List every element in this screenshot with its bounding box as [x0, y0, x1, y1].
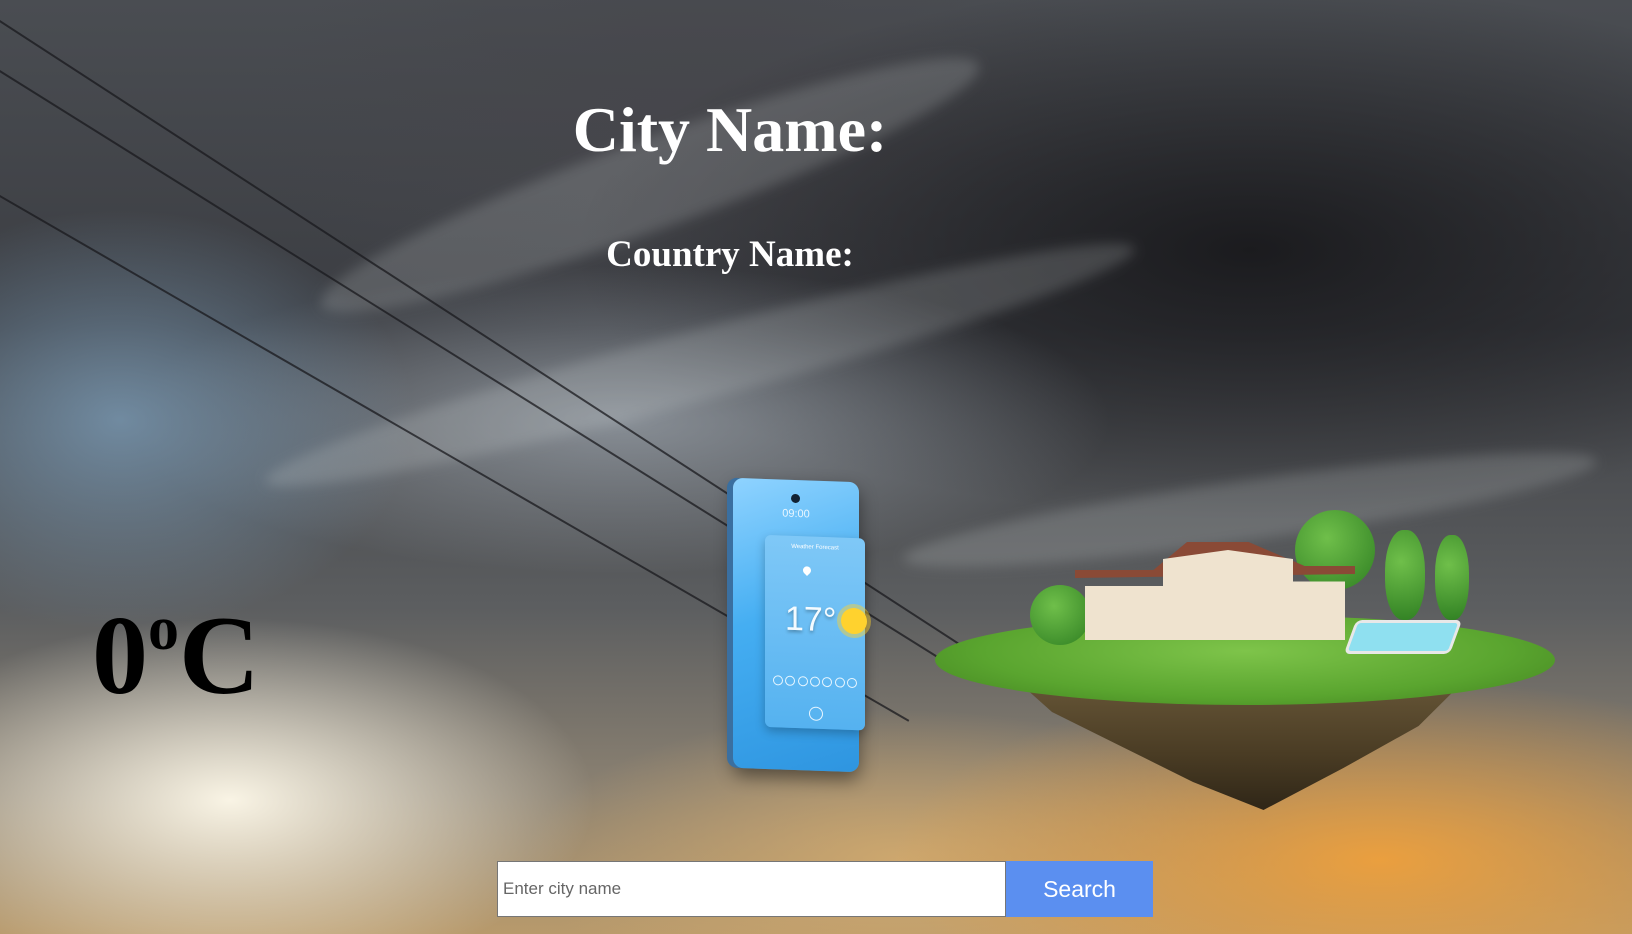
- country-name-heading: Country Name:: [606, 234, 854, 275]
- weather-app-page: City Name: Country Name: 0oC 09:00 Weath…: [0, 0, 1632, 934]
- phone-forecast-row: [773, 675, 857, 702]
- cloud-icon: [834, 677, 845, 688]
- cloud-icon: [809, 676, 820, 687]
- city-name-heading: City Name:: [572, 94, 888, 165]
- search-button[interactable]: Search: [1006, 861, 1153, 917]
- floating-island-illustration: [935, 510, 1555, 810]
- temperature-display: 0oC: [92, 598, 260, 712]
- cloud-icon: [785, 675, 796, 686]
- temperature-value: 0: [92, 594, 148, 718]
- cloud-icon: [846, 677, 857, 689]
- add-icon: [809, 706, 823, 721]
- temperature-unit: C: [179, 594, 260, 718]
- city-search-input[interactable]: [497, 861, 1006, 917]
- sun-icon: [841, 607, 867, 635]
- search-form: Search: [497, 861, 1153, 917]
- phone-weather-card: Weather Forecast 17°: [765, 534, 867, 731]
- degree-symbol: o: [148, 595, 179, 663]
- cloud-icon: [797, 676, 808, 687]
- tree: [1385, 530, 1425, 620]
- phone-card-title: Weather Forecast: [791, 543, 839, 552]
- swimming-pool: [1343, 620, 1463, 654]
- cloud-icon: [822, 676, 833, 688]
- phone-temperature: 17°: [785, 599, 837, 640]
- tree: [1295, 510, 1375, 590]
- phone-camera-icon: [791, 493, 800, 504]
- phone-clock: 09:00: [782, 507, 810, 521]
- location-pin-icon: [801, 564, 813, 577]
- weather-phone-illustration: 09:00 Weather Forecast 17°: [733, 477, 867, 773]
- cloud-icon: [773, 675, 783, 686]
- tree: [1030, 585, 1090, 645]
- tree: [1435, 535, 1469, 620]
